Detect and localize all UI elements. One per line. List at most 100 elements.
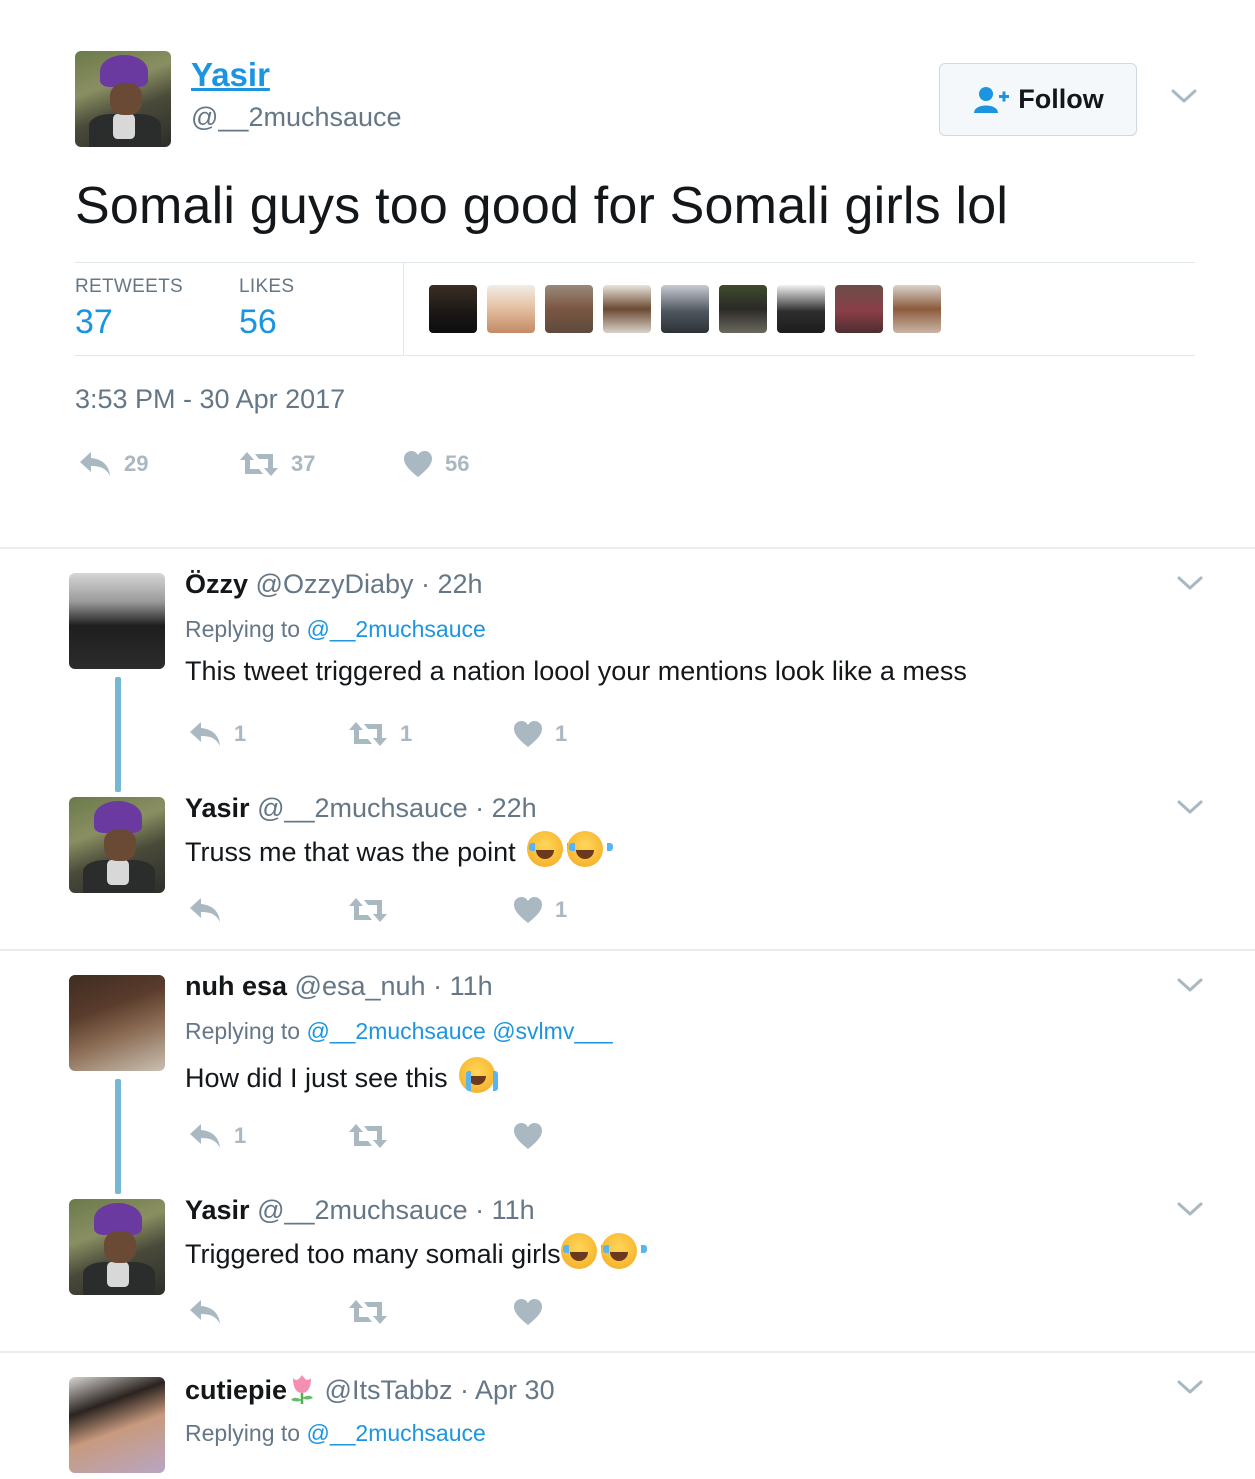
replying-to: Replying to @__2muchsauce <box>185 616 486 643</box>
follow-button[interactable]: Follow <box>939 63 1137 136</box>
tweet-timestamp: 3:53 PM - 30 Apr 2017 <box>75 384 346 414</box>
replying-mention-link[interactable]: @__2muchsauce <box>306 1420 485 1446</box>
liker-avatar-1[interactable] <box>429 285 477 333</box>
reply-icon <box>190 722 220 746</box>
reply-author-handle: @__2muchsauce <box>257 793 468 823</box>
heart-icon <box>514 721 542 747</box>
retweet-count: 37 <box>291 451 316 476</box>
reply-author-name[interactable]: nuh esa <box>185 971 287 1001</box>
like-count: 56 <box>445 451 470 476</box>
reply-action[interactable]: 29 <box>78 450 148 478</box>
retweet-action[interactable] <box>348 1298 388 1326</box>
liker-avatar-6[interactable] <box>719 285 767 333</box>
reply-time[interactable]: · 11h <box>433 971 493 1001</box>
reply-header: Özzy @OzzyDiaby · 22h <box>185 569 483 600</box>
retweets-label: RETWEETS <box>75 276 183 297</box>
retweet-action[interactable]: 1 <box>348 720 412 748</box>
replying-mention-link[interactable]: @__2muchsauce @svlmv___ <box>306 1018 612 1044</box>
reply-author-name[interactable]: Yasir <box>185 793 250 823</box>
reply-time[interactable]: · 11h <box>475 1195 535 1225</box>
stats-divider-bottom <box>75 355 1195 356</box>
reply-count: 1 <box>234 1123 247 1148</box>
liker-avatar-4[interactable] <box>603 285 651 333</box>
retweet-icon <box>240 452 278 476</box>
liker-avatar-8[interactable] <box>835 285 883 333</box>
reply-time[interactable]: · 22h <box>475 793 537 823</box>
reply-text: How did I just see this <box>185 1063 448 1093</box>
heart-icon <box>514 1299 542 1325</box>
reply-icon <box>80 452 110 476</box>
replying-prefix: Replying to <box>185 1420 301 1446</box>
reply-icon <box>190 1300 220 1324</box>
stats-divider-vertical <box>403 262 404 356</box>
reply-time[interactable]: · Apr 30 <box>460 1375 555 1405</box>
thread-connector-line <box>115 1079 121 1194</box>
heart-icon <box>404 451 432 477</box>
retweet-count: 1 <box>400 721 413 746</box>
like-action[interactable]: 1 <box>513 896 567 924</box>
reply-time[interactable]: · 22h <box>421 569 483 599</box>
heart-icon <box>514 897 542 923</box>
chevron-down-icon[interactable] <box>1177 799 1203 815</box>
follow-button-label: Follow <box>1018 84 1104 114</box>
chevron-down-icon[interactable] <box>1171 88 1197 104</box>
author-name-link[interactable]: Yasir <box>191 56 270 94</box>
like-count: 1 <box>555 721 568 746</box>
liker-avatar-3[interactable] <box>545 285 593 333</box>
reply-action[interactable] <box>188 896 222 924</box>
reply-text-line: How did I just see this <box>185 1057 499 1094</box>
main-tweet: Yasir @__2muchsauce Follow Somali guys t… <box>0 0 1255 548</box>
chevron-down-icon[interactable] <box>1177 977 1203 993</box>
like-action[interactable] <box>513 1122 543 1150</box>
retweet-icon <box>349 898 387 922</box>
add-user-icon <box>974 86 1010 113</box>
liker-avatar-9[interactable] <box>893 285 941 333</box>
tulip-icon <box>291 1375 314 1404</box>
retweet-action[interactable] <box>348 1122 388 1150</box>
chevron-down-icon[interactable] <box>1177 1201 1203 1217</box>
tweet-text: Somali guys too good for Somali girls lo… <box>75 177 1009 235</box>
retweet-icon <box>349 1300 387 1324</box>
reply-author-name[interactable]: Yasir <box>185 1195 250 1225</box>
likes-count-link[interactable]: 56 <box>239 303 277 342</box>
reply-avatar[interactable] <box>69 1377 165 1473</box>
retweets-count-link[interactable]: 37 <box>75 303 113 342</box>
reply-icon <box>190 898 220 922</box>
author-avatar[interactable] <box>75 51 171 147</box>
reply-header: cutiepie @ItsTabbz · Apr 30 <box>185 1373 555 1406</box>
reply-author-name[interactable]: cutiepie <box>185 1375 287 1405</box>
reply-action[interactable]: 1 <box>188 1122 246 1150</box>
reply-action[interactable] <box>188 1298 222 1326</box>
replying-to: Replying to @__2muchsauce <box>185 1420 486 1447</box>
replying-mention-link[interactable]: @__2muchsauce <box>306 616 485 642</box>
like-count: 1 <box>555 897 568 922</box>
chevron-down-icon[interactable] <box>1177 1379 1203 1395</box>
retweet-action[interactable] <box>348 896 388 924</box>
reply-avatar[interactable] <box>69 1199 165 1295</box>
replying-prefix: Replying to <box>185 1018 301 1044</box>
retweet-icon <box>349 722 387 746</box>
liker-avatar-7[interactable] <box>777 285 825 333</box>
reply-avatar[interactable] <box>69 975 165 1071</box>
face-with-tears-of-joy-icon <box>560 1233 607 1269</box>
section-divider <box>0 949 1255 951</box>
author-handle: @__2muchsauce <box>191 102 402 132</box>
like-action[interactable]: 1 <box>513 720 567 748</box>
chevron-down-icon[interactable] <box>1177 575 1203 591</box>
reply-author-name[interactable]: Özzy <box>185 569 248 599</box>
loudly-crying-face-icon <box>459 1057 499 1093</box>
reply-header: Yasir @__2muchsauce · 11h <box>185 1195 535 1226</box>
reply-avatar[interactable] <box>69 573 165 669</box>
liker-avatar-5[interactable] <box>661 285 709 333</box>
reply-text: This tweet triggered a nation loool your… <box>185 656 967 686</box>
face-with-tears-of-joy-icon <box>567 831 614 867</box>
reply-action[interactable]: 1 <box>188 720 246 748</box>
liker-avatar-2[interactable] <box>487 285 535 333</box>
reply-avatar[interactable] <box>69 797 165 893</box>
like-action[interactable] <box>513 1298 543 1326</box>
reply-author-handle: @OzzyDiaby <box>255 569 414 599</box>
like-action[interactable]: 56 <box>403 450 469 478</box>
retweet-action[interactable]: 37 <box>239 450 315 478</box>
reply-count: 29 <box>124 451 149 476</box>
replying-prefix: Replying to <box>185 616 301 642</box>
